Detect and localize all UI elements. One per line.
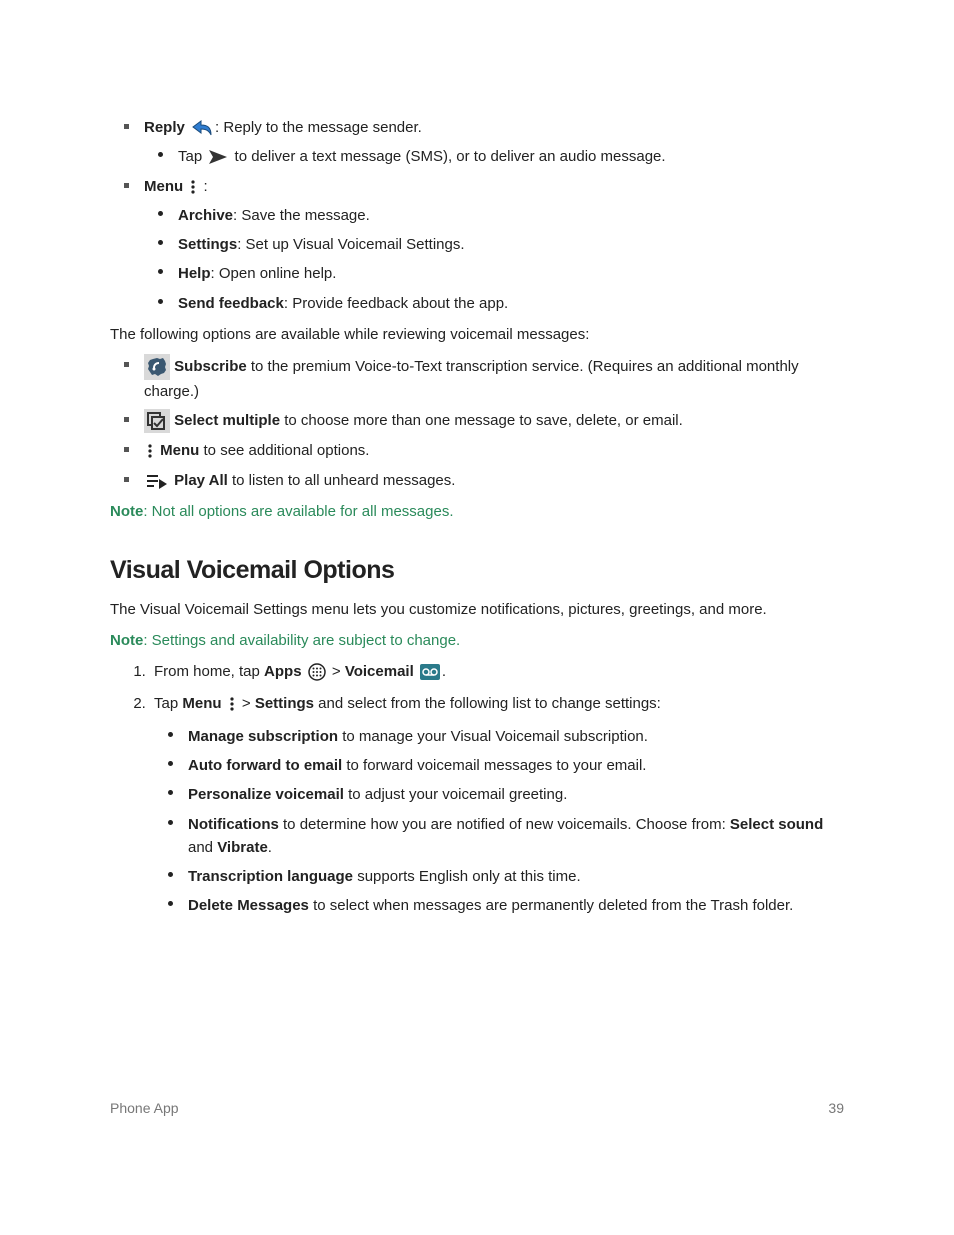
settings-desc: : Set up Visual Voicemail Settings. xyxy=(237,236,464,253)
i4-desc1: to determine how you are notified of new… xyxy=(279,816,730,833)
section-heading: Visual Voicemail Options xyxy=(110,551,844,590)
page: Reply : Reply to the message sender. Tap… xyxy=(0,0,954,1180)
settings-label: Settings xyxy=(178,236,237,253)
footer-left: Phone App xyxy=(110,1098,179,1120)
i5-label: Transcription language xyxy=(188,868,353,885)
reply-item: Reply : Reply to the message sender. Tap… xyxy=(138,116,844,169)
s1-end: . xyxy=(442,663,446,680)
i6-desc: to select when messages are permanently … xyxy=(309,897,793,914)
i2-label: Auto forward to email xyxy=(188,757,342,774)
help-label: Help xyxy=(178,265,211,282)
i3-label: Personalize voicemail xyxy=(188,786,344,803)
reply-tap-rest: to deliver a text message (SMS), or to d… xyxy=(230,148,665,165)
step-2: Tap Menu > Settings and select from the … xyxy=(150,692,844,918)
setting-manage-sub: Manage subscription to manage your Visua… xyxy=(182,725,844,748)
subscribe-label: Subscribe xyxy=(174,358,247,375)
i4-and: and xyxy=(188,839,217,856)
setting-auto-fwd: Auto forward to email to forward voicema… xyxy=(182,754,844,777)
selectmult-label: Select multiple xyxy=(174,412,280,429)
review-playall: Play All to listen to all unheard messag… xyxy=(138,469,844,492)
s2-mid: > xyxy=(238,695,255,712)
review-selectmult: Select multiple to choose more than one … xyxy=(138,409,844,433)
playall-label: Play All xyxy=(174,472,228,489)
note-1: Note: Not all options are available for … xyxy=(110,500,844,523)
menu-dots-icon-2 xyxy=(146,443,154,459)
i4-opt1: Select sound xyxy=(730,816,823,833)
setting-notifications: Notifications to determine how you are n… xyxy=(182,813,844,860)
s2-settings: Settings xyxy=(255,695,314,712)
menu-suffix: : xyxy=(199,178,207,195)
playall-desc: to listen to all unheard messages. xyxy=(228,472,456,489)
archive-desc: : Save the message. xyxy=(233,207,370,224)
options-list: Reply : Reply to the message sender. Tap… xyxy=(110,116,844,315)
menu-help: Help: Open online help. xyxy=(172,262,844,285)
menu-sendfb: Send feedback: Provide feedback about th… xyxy=(172,292,844,315)
s1-mid: > xyxy=(328,663,345,680)
menu-item: Menu : Archive: Save the message. Settin… xyxy=(138,175,844,315)
i4-label: Notifications xyxy=(188,816,279,833)
review-menu: Menu to see additional options. xyxy=(138,439,844,462)
menu-dots-icon xyxy=(189,179,197,195)
menu2-desc: to see additional options. xyxy=(199,442,369,459)
review-subscribe: Subscribe to the premium Voice-to-Text t… xyxy=(138,354,844,403)
i1-desc: to manage your Visual Voicemail subscrip… xyxy=(338,728,648,745)
note1-text: : Not all options are available for all … xyxy=(143,503,453,520)
review-list: Subscribe to the premium Voice-to-Text t… xyxy=(110,354,844,492)
i5-desc: supports English only at this time. xyxy=(353,868,581,885)
menu-dots-icon-3 xyxy=(228,696,236,712)
note2-text: : Settings and availability are subject … xyxy=(143,632,460,649)
setting-personalize: Personalize voicemail to adjust your voi… xyxy=(182,783,844,806)
i4-opt2: Vibrate xyxy=(217,839,268,856)
sendfb-label: Send feedback xyxy=(178,295,284,312)
reply-label: Reply xyxy=(144,119,185,136)
apps-icon xyxy=(308,663,326,681)
s1-vm: Voicemail xyxy=(345,663,414,680)
i1-label: Manage subscription xyxy=(188,728,338,745)
reply-arrow-icon xyxy=(191,119,213,137)
s2-menu: Menu xyxy=(182,695,221,712)
s2-pre: Tap xyxy=(154,695,182,712)
select-multiple-icon xyxy=(144,409,170,433)
setting-transcription: Transcription language supports English … xyxy=(182,865,844,888)
i3-desc: to adjust your voicemail greeting. xyxy=(344,786,567,803)
note1-label: Note xyxy=(110,503,143,520)
send-icon xyxy=(208,149,228,165)
play-all-icon xyxy=(146,473,168,489)
help-desc: : Open online help. xyxy=(211,265,337,282)
selectmult-desc: to choose more than one message to save,… xyxy=(280,412,683,429)
subscribe-icon xyxy=(144,354,170,380)
menu2-label: Menu xyxy=(160,442,199,459)
step-1: From home, tap Apps > Voicemail . xyxy=(150,660,844,683)
note-2: Note: Settings and availability are subj… xyxy=(110,629,844,652)
menu-sublist: Archive: Save the message. Settings: Set… xyxy=(144,204,844,315)
sendfb-desc: : Provide feedback about the app. xyxy=(284,295,508,312)
reply-tap-pre: Tap xyxy=(178,148,206,165)
s2-end: and select from the following list to ch… xyxy=(314,695,661,712)
s1-apps: Apps xyxy=(264,663,302,680)
archive-label: Archive xyxy=(178,207,233,224)
voicemail-icon xyxy=(420,664,440,680)
reply-desc: : Reply to the message sender. xyxy=(215,119,422,136)
reply-tap-item: Tap to deliver a text message (SMS), or … xyxy=(172,145,844,168)
steps-list: From home, tap Apps > Voicemail . Tap Me… xyxy=(110,660,844,917)
footer-right: 39 xyxy=(828,1098,844,1120)
setting-delete-msgs: Delete Messages to select when messages … xyxy=(182,894,844,917)
settings-sublist: Manage subscription to manage your Visua… xyxy=(154,725,844,918)
menu-label: Menu xyxy=(144,178,183,195)
page-footer: Phone App 39 xyxy=(110,1098,844,1120)
menu-settings: Settings: Set up Visual Voicemail Settin… xyxy=(172,233,844,256)
i2-desc: to forward voicemail messages to your em… xyxy=(342,757,646,774)
i6-label: Delete Messages xyxy=(188,897,309,914)
section-intro: The Visual Voicemail Settings menu lets … xyxy=(110,598,844,621)
note2-label: Note xyxy=(110,632,143,649)
menu-archive: Archive: Save the message. xyxy=(172,204,844,227)
i4-end: . xyxy=(268,839,272,856)
review-intro: The following options are available whil… xyxy=(110,323,844,346)
reply-sublist: Tap to deliver a text message (SMS), or … xyxy=(144,145,844,168)
s1-pre: From home, tap xyxy=(154,663,264,680)
